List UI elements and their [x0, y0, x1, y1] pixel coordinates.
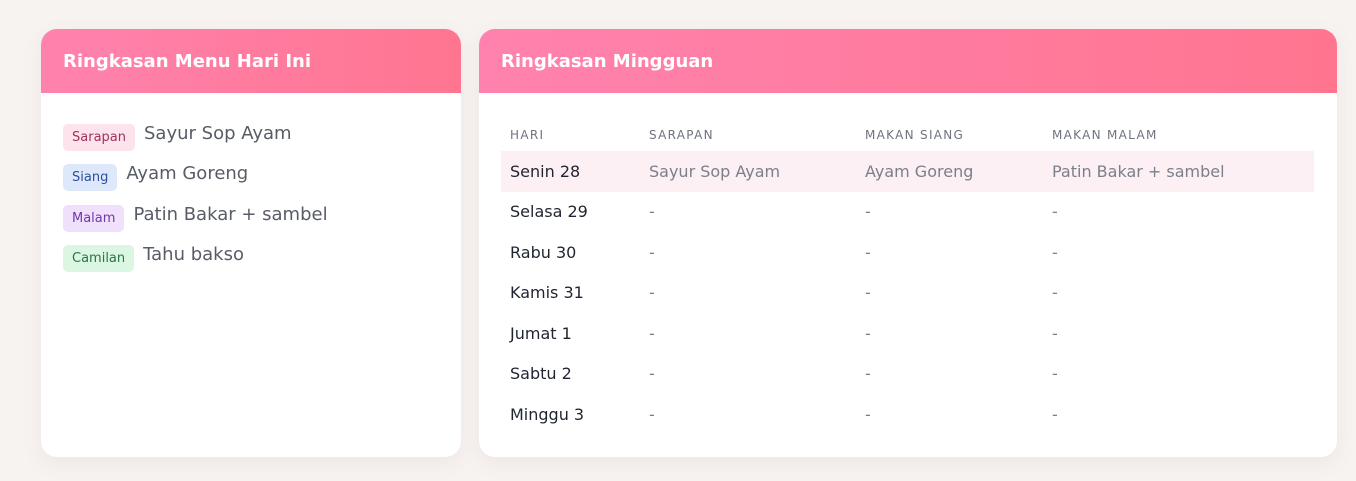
column-header-makan-malam: MAKAN MALAM — [1052, 128, 1158, 142]
meal-menu-text: Ayam Goreng — [126, 163, 249, 185]
sarapan-cell: - — [649, 242, 655, 262]
column-header-makan-siang: MAKAN SIANG — [865, 128, 965, 142]
today-item-sarapan: Sarapan Sayur Sop Ayam — [63, 117, 439, 158]
meal-tag-badge: Malam — [63, 204, 125, 232]
table-row: Selasa 29 - - - — [501, 192, 1314, 233]
day-cell: Rabu 30 — [510, 242, 577, 262]
sarapan-cell: - — [649, 404, 655, 424]
today-item-camilan: Camilan Tahu bakso — [63, 239, 439, 280]
today-item-siang: Siang Ayam Goreng — [63, 158, 439, 199]
siang-cell: - — [865, 283, 871, 303]
meal-tag-badge: Siang — [63, 164, 118, 192]
siang-cell: - — [865, 323, 871, 343]
malam-cell: - — [1052, 202, 1058, 222]
siang-cell: - — [865, 242, 871, 262]
meal-tag-badge: Camilan — [63, 245, 135, 273]
table-row: Kamis 31 - - - — [501, 273, 1314, 314]
weekly-summary-card: Ringkasan Mingguan HARI SARAPAN MAKAN SI… — [479, 29, 1337, 457]
malam-cell: - — [1052, 364, 1058, 384]
today-menu-list: Sarapan Sayur Sop Ayam Siang Ayam Goreng… — [41, 93, 461, 279]
today-menu-card: Ringkasan Menu Hari Ini Sarapan Sayur So… — [41, 29, 461, 457]
day-cell: Selasa 29 — [510, 202, 588, 222]
malam-cell: - — [1052, 404, 1058, 424]
today-menu-title: Ringkasan Menu Hari Ini — [41, 29, 461, 93]
sarapan-cell: - — [649, 364, 655, 384]
meal-menu-text: Tahu bakso — [143, 244, 244, 266]
sarapan-cell: - — [649, 283, 655, 303]
siang-cell: - — [865, 364, 871, 384]
sarapan-cell: - — [649, 323, 655, 343]
meal-menu-text: Patin Bakar + sambel — [133, 203, 328, 225]
table-row: Senin 28 Sayur Sop Ayam Ayam Goreng Pati… — [501, 151, 1314, 192]
malam-cell: - — [1052, 242, 1058, 262]
day-cell: Jumat 1 — [510, 323, 572, 343]
siang-cell: - — [865, 202, 871, 222]
day-cell: Kamis 31 — [510, 283, 584, 303]
table-header-row: HARI SARAPAN MAKAN SIANG MAKAN MALAM — [501, 119, 1314, 151]
today-item-malam: Malam Patin Bakar + sambel — [63, 198, 439, 239]
meal-tag-badge: Sarapan — [63, 123, 135, 151]
table-row: Minggu 3 - - - — [501, 394, 1314, 435]
table-row: Jumat 1 - - - — [501, 313, 1314, 354]
table-row: Rabu 30 - - - — [501, 232, 1314, 273]
sarapan-cell: Sayur Sop Ayam — [640, 151, 856, 192]
meal-menu-text: Sayur Sop Ayam — [144, 122, 292, 144]
column-header-hari: HARI — [510, 128, 545, 142]
weekly-table: HARI SARAPAN MAKAN SIANG MAKAN MALAM Sen… — [501, 119, 1314, 435]
malam-cell: - — [1052, 323, 1058, 343]
malam-cell: Patin Bakar + sambel — [1043, 151, 1314, 192]
table-row: Sabtu 2 - - - — [501, 354, 1314, 395]
siang-cell: - — [865, 404, 871, 424]
sarapan-cell: - — [649, 202, 655, 222]
weekly-summary-title: Ringkasan Mingguan — [479, 29, 1337, 93]
column-header-sarapan: SARAPAN — [649, 128, 714, 142]
siang-cell: Ayam Goreng — [856, 151, 1043, 192]
day-cell: Minggu 3 — [510, 404, 585, 424]
malam-cell: - — [1052, 283, 1058, 303]
day-cell: Sabtu 2 — [510, 364, 572, 384]
day-cell: Senin 28 — [501, 151, 640, 192]
